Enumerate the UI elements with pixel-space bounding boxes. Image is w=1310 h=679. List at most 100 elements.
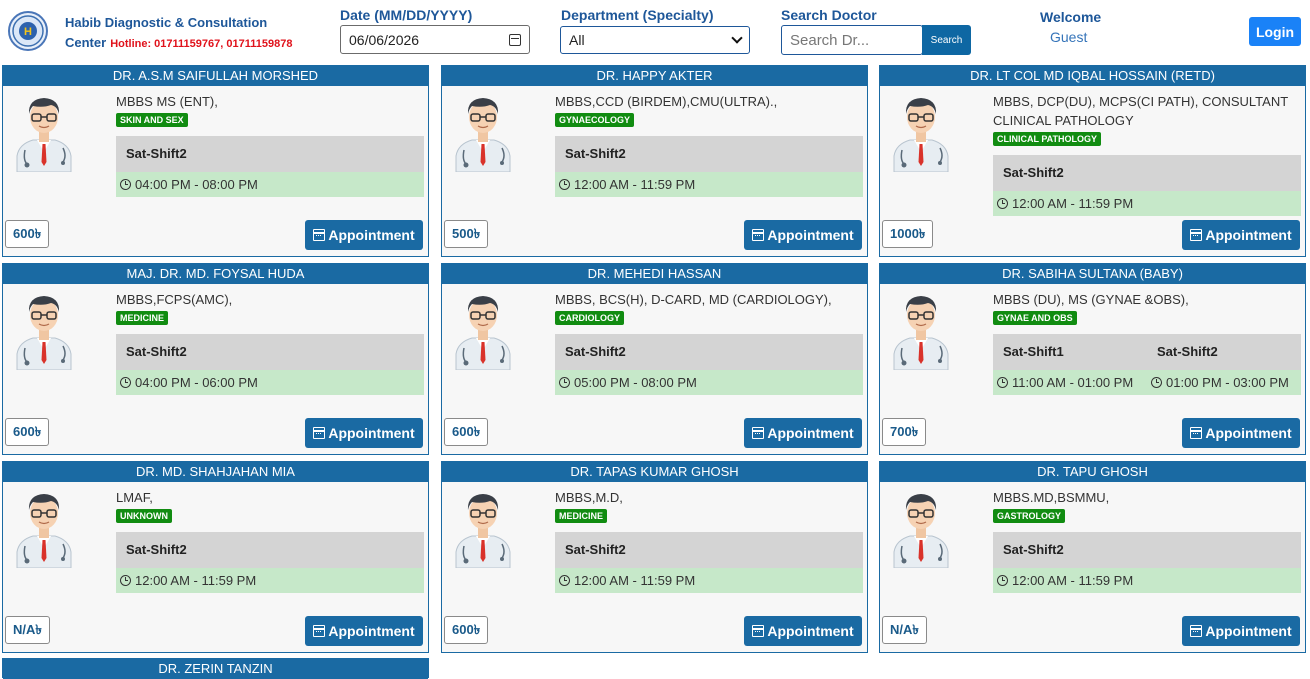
clock-icon <box>120 377 131 388</box>
shift-name: Sat-Shift1 <box>993 334 1147 370</box>
calendar-icon <box>1190 229 1203 241</box>
chevron-down-icon <box>731 32 743 44</box>
fee-badge: 600৳ <box>444 616 489 644</box>
department-select[interactable]: All <box>560 26 750 54</box>
doctor-degree: MBBS,M.D, <box>555 490 623 505</box>
shift-slot[interactable]: Sat-Shift2 12:00 AM - 11:59 PM <box>555 136 863 197</box>
shift-slot[interactable]: Sat-Shift2 04:00 PM - 08:00 PM <box>116 136 424 197</box>
doctor-card: DR. TAPAS KUMAR GHOSH MBBS,M.D, MEDICINE S… <box>441 461 868 653</box>
doctor-degree: MBBS,FCPS(AMC), <box>116 292 233 307</box>
shift-schedule: Sat-Shift2 05:00 PM - 08:00 PM <box>555 334 863 395</box>
shift-time: 11:00 AM - 01:00 PM <box>993 370 1147 395</box>
doctor-avatar <box>13 486 75 569</box>
shift-time: 12:00 AM - 11:59 PM <box>116 568 424 593</box>
search-placeholder: Search Dr... <box>790 31 870 49</box>
shift-time-text: 04:00 PM - 08:00 PM <box>135 177 258 192</box>
calendar-icon <box>313 427 326 439</box>
calendar-icon <box>752 625 765 637</box>
hotline-text: Hotline: 01711159767, 01711159878 <box>110 38 293 50</box>
appointment-button[interactable]: Appointment <box>744 220 862 250</box>
shift-name: Sat-Shift2 <box>116 334 424 370</box>
shift-slot[interactable]: Sat-Shift2 04:00 PM - 06:00 PM <box>116 334 424 395</box>
shift-slot[interactable]: Sat-Shift2 12:00 AM - 11:59 PM <box>116 532 424 593</box>
doctor-degree-block: MBBS,M.D, MEDICINE <box>555 488 861 526</box>
login-button[interactable]: Login <box>1249 17 1301 46</box>
appointment-button[interactable]: Appointment <box>744 418 862 448</box>
shift-slot[interactable]: Sat-Shift1 11:00 AM - 01:00 PM <box>993 334 1147 395</box>
doctor-name: MAJ. DR. MD. FOYSAL HUDA <box>3 264 428 284</box>
date-input[interactable]: 06/06/2026 <box>340 25 530 54</box>
clock-icon <box>997 575 1008 586</box>
appointment-button[interactable]: Appointment <box>744 616 862 646</box>
shift-time: 04:00 PM - 08:00 PM <box>116 172 424 197</box>
appointment-button[interactable]: Appointment <box>305 220 423 250</box>
shift-time-text: 12:00 AM - 11:59 PM <box>574 573 696 588</box>
shift-time-text: 12:00 AM - 11:59 PM <box>135 573 257 588</box>
appointment-button[interactable]: Appointment <box>1182 220 1300 250</box>
calendar-icon <box>752 427 765 439</box>
appointment-button[interactable]: Appointment <box>1182 418 1300 448</box>
clock-icon <box>1151 377 1162 388</box>
clinic-logo: H <box>8 11 48 51</box>
doctor-name: DR. MD. SHAHJAHAN MIA <box>3 462 428 482</box>
doctor-degree-block: MBBS MS (ENT), SKIN AND SEX <box>116 92 422 130</box>
appointment-label: Appointment <box>767 623 854 639</box>
shift-time: 01:00 PM - 03:00 PM <box>1147 370 1301 395</box>
doctor-card: MAJ. DR. MD. FOYSAL HUDA MBBS,FCPS(AMC),… <box>2 263 429 455</box>
shift-slot[interactable]: Sat-Shift2 12:00 AM - 11:59 PM <box>993 155 1301 216</box>
shift-time: 04:00 PM - 06:00 PM <box>116 370 424 395</box>
date-value: 06/06/2026 <box>349 31 420 48</box>
doctor-avatar <box>13 288 75 371</box>
search-input[interactable]: Search Dr... <box>781 25 923 55</box>
shift-slot[interactable]: Sat-Shift2 12:00 AM - 11:59 PM <box>993 532 1301 593</box>
appointment-label: Appointment <box>1205 227 1292 243</box>
calendar-icon <box>1190 427 1203 439</box>
doctor-card: DR. SABIHA SULTANA (BABY) MBBS (DU), MS … <box>879 263 1306 455</box>
search-button[interactable]: Search <box>922 25 971 55</box>
shift-slot[interactable]: Sat-Shift2 01:00 PM - 03:00 PM <box>1147 334 1301 395</box>
shift-time-text: 11:00 AM - 01:00 PM <box>1012 375 1134 390</box>
appointment-button[interactable]: Appointment <box>305 616 423 646</box>
fee-badge: 600৳ <box>444 418 489 446</box>
doctor-card: DR. MEHEDI HASSAN MBBS, BCS(H), D-CARD, … <box>441 263 868 455</box>
doctor-name: DR. ZERIN TANZIN <box>3 659 428 679</box>
appointment-label: Appointment <box>328 623 415 639</box>
appointment-label: Appointment <box>328 227 415 243</box>
shift-schedule: Sat-Shift2 04:00 PM - 08:00 PM <box>116 136 424 197</box>
welcome-text: Welcome <box>1040 9 1102 25</box>
specialty-badge: GYNAE AND OBS <box>993 311 1077 325</box>
calendar-icon <box>1190 625 1203 637</box>
specialty-badge: MEDICINE <box>555 509 608 523</box>
shift-name: Sat-Shift2 <box>555 136 863 172</box>
doctor-name: DR. HAPPY AKTER <box>442 66 867 86</box>
doctor-avatar <box>13 90 75 173</box>
calendar-icon[interactable] <box>509 33 521 46</box>
shift-slot[interactable]: Sat-Shift2 05:00 PM - 08:00 PM <box>555 334 863 395</box>
doctor-name: DR. TAPAS KUMAR GHOSH <box>442 462 867 482</box>
shift-schedule: Sat-Shift2 12:00 AM - 11:59 PM <box>555 532 863 593</box>
appointment-button[interactable]: Appointment <box>1182 616 1300 646</box>
fee-badge: 500৳ <box>444 220 489 248</box>
shift-slot[interactable]: Sat-Shift2 12:00 AM - 11:59 PM <box>555 532 863 593</box>
brand-block: Habib Diagnostic & Consultation Center Ho… <box>65 13 292 54</box>
doctor-degree-block: LMAF, UNKNOWN <box>116 488 422 526</box>
calendar-icon <box>752 229 765 241</box>
specialty-badge: SKIN AND SEX <box>116 113 188 127</box>
shift-time-text: 05:00 PM - 08:00 PM <box>574 375 697 390</box>
appointment-button[interactable]: Appointment <box>305 418 423 448</box>
brand-name: Habib Diagnostic & Consultation <box>65 15 268 30</box>
department-value: All <box>569 32 585 48</box>
clock-icon <box>559 575 570 586</box>
shift-schedule: Sat-Shift2 04:00 PM - 06:00 PM <box>116 334 424 395</box>
brand-center: Center <box>65 35 107 50</box>
shift-time-text: 04:00 PM - 06:00 PM <box>135 375 258 390</box>
search-doctor-label: Search Doctor <box>781 7 877 23</box>
doctor-card: DR. MD. SHAHJAHAN MIA LMAF, UNKNOWN Sat-Sh… <box>2 461 429 653</box>
shift-time-text: 12:00 AM - 11:59 PM <box>574 177 696 192</box>
shift-time-text: 01:00 PM - 03:00 PM <box>1166 375 1289 390</box>
doctor-avatar <box>890 90 952 173</box>
shift-name: Sat-Shift2 <box>555 334 863 370</box>
shift-schedule: Sat-Shift2 12:00 AM - 11:59 PM <box>993 532 1301 593</box>
department-label: Department (Specialty) <box>561 7 714 23</box>
fee-badge: 600৳ <box>5 418 50 446</box>
